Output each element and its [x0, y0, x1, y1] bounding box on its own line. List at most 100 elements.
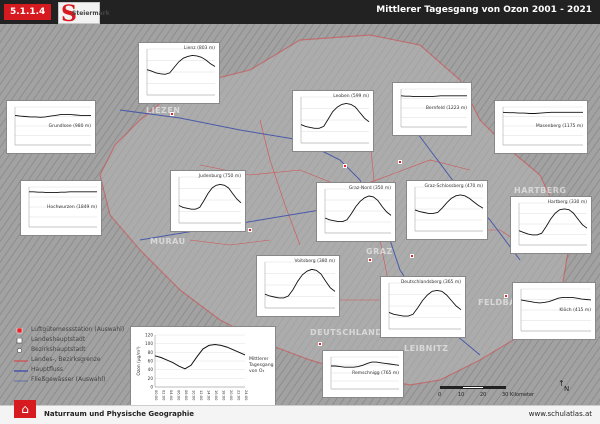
station-chart: Hartberg (330 m): [510, 196, 592, 254]
station-chart: Judenburg (750 m): [170, 170, 246, 232]
north-label: N: [564, 385, 570, 393]
station-marker: [410, 254, 414, 258]
ozone-curve: [388, 289, 462, 317]
legend-chart-xtick: 22:00: [237, 390, 241, 401]
ozone-curve: [502, 111, 583, 114]
legend-label: Hauptfluss: [31, 366, 63, 373]
scale-label: 10: [458, 392, 465, 398]
station-label: Graz-Schlossberg (470 m): [424, 184, 483, 189]
ozone-curve: [414, 194, 484, 214]
station-chart-svg: [146, 48, 216, 96]
logo-text: Steiermark: [72, 10, 110, 17]
station-label: Graz-Nord (350 m): [348, 186, 391, 191]
station-marker: [398, 160, 402, 164]
station-chart-svg: [264, 261, 336, 309]
scale-label: 30 Kilometer: [502, 392, 535, 398]
station-chart-svg: [414, 186, 484, 232]
station-label: Judenburg (750 m): [198, 174, 241, 179]
ozone-curve: [400, 95, 467, 98]
scale-bar: 0 10 20 30 Kilometer: [438, 386, 540, 404]
scale-label: 0: [438, 392, 442, 398]
station-chart: Lienz (803 m): [138, 42, 220, 104]
footer-bar: ⌂ Naturraum und Physische Geographie www…: [0, 400, 600, 424]
station-marker: [170, 112, 174, 116]
region-label: GRAZ: [366, 247, 393, 256]
station-label: Voitsberg (380 m): [294, 259, 335, 264]
ozone-curve: [520, 296, 592, 304]
station-label: Hochwurzen (1849 m): [46, 205, 97, 210]
footer-url: www.schulatlas.at: [528, 410, 592, 418]
station-label: Masenberg (1175 m): [535, 124, 583, 130]
legend-row-river: Hauptfluss: [14, 365, 174, 375]
legend-chart-xtick: 24:00: [244, 390, 248, 401]
station-marker: [504, 294, 508, 298]
legend-row-capital: Landeshauptstadt: [14, 335, 174, 345]
station-chart-svg: [388, 282, 462, 330]
station-chart: Deutschlandsberg (365 m): [380, 276, 466, 338]
ozone-curve: [146, 54, 216, 75]
legend-label: Landeshauptstadt: [31, 336, 86, 343]
region-label: MURAU: [150, 237, 186, 246]
region-label: HARTBERG: [514, 186, 567, 195]
legend-row-district: Bezirkshauptstadt: [14, 345, 174, 355]
station-marker: [343, 164, 347, 168]
station-marker: [368, 258, 372, 262]
station-chart-svg: [324, 188, 392, 234]
station-marker: [318, 342, 322, 346]
ozone-curve: [331, 361, 400, 368]
station-chart-svg: [178, 176, 242, 224]
station-label: Klöch (415 m): [559, 307, 591, 313]
header-bar: 5.1.1.4 S Steiermark Mittlerer Tagesgang…: [0, 0, 600, 27]
legend-chart-xtick: 20:00: [229, 390, 233, 401]
station-label: Remschnigg (765 m): [352, 371, 399, 377]
legend-chart-xtick: 12:00: [199, 390, 203, 401]
legend-label: Landes-, Bezirksgrenze: [31, 356, 101, 363]
station-label: Leoben (599 m): [333, 94, 369, 99]
legend-chart-caption: Mittlerer Tagesgang von O₃: [249, 357, 274, 374]
station-chart: Leoben (599 m): [292, 90, 374, 152]
station-chart: Voitsberg (380 m): [256, 255, 340, 317]
station-chart-svg: [518, 202, 588, 246]
section-badge: 5.1.1.4: [4, 4, 52, 20]
ozone-curve: [178, 183, 242, 210]
legend-chart-xtick: 10:00: [192, 390, 196, 401]
legend-label: Fließgewässer (Auswahl): [31, 376, 106, 383]
legend-row-stream: Fließgewässer (Auswahl): [14, 375, 174, 385]
station-label: Grundlsee (980 m): [48, 124, 91, 130]
region-label: LEIBNITZ: [404, 344, 449, 353]
legend-chart-xtick: 06:00: [177, 390, 181, 401]
region-label: LIEZEN: [146, 106, 181, 115]
steiermark-logo: S Steiermark: [58, 1, 110, 27]
station-marker: [248, 228, 252, 232]
station-chart: Remschnigg (765 m): [322, 350, 404, 398]
ozone-curve: [300, 102, 370, 129]
legend-row-border: Landes-, Bezirksgrenze: [14, 355, 174, 365]
legend-chart-xtick: 16:00: [214, 390, 218, 401]
station-label: Hartberg (330 m): [547, 200, 587, 205]
station-chart-svg: [300, 96, 370, 144]
map-title: Mittlerer Tagesgang von Ozon 2001 - 2021: [376, 5, 592, 15]
university-logo-icon: ⌂: [14, 400, 36, 418]
station-chart: Graz-Schlossberg (470 m): [406, 180, 488, 240]
ozone-curve: [14, 114, 91, 118]
station-chart: Hochwurzen (1849 m): [20, 180, 102, 236]
legend-label: Bezirkshauptstadt: [31, 346, 86, 353]
legend-row-station: Luftgütemessstation (Auswahl): [14, 325, 174, 335]
station-chart: Masenberg (1175 m): [494, 100, 588, 154]
ozone-curve: [29, 191, 97, 194]
station-chart: Graz-Nord (350 m): [316, 182, 396, 242]
legend-chart-xtick: 08:00: [184, 390, 188, 401]
legend-chart-xtick: 14:00: [207, 390, 211, 401]
legend: Luftgütemessstation (Auswahl) Landeshaup…: [14, 325, 174, 415]
ozone-curve: [518, 208, 588, 236]
footer-left-text: Naturraum und Physische Geographie: [44, 410, 195, 418]
station-chart: Klöch (415 m): [512, 282, 596, 340]
legend-chart-xtick: 18:00: [222, 390, 226, 401]
station-label: Lienz (803 m): [183, 46, 215, 51]
legend-label: Luftgütemessstation (Auswahl): [31, 326, 125, 333]
station-chart: Bernfeld (1223 m): [392, 82, 472, 136]
station-label: Bernfeld (1223 m): [425, 106, 467, 112]
station-chart: Grundlsee (980 m): [6, 100, 96, 154]
scale-label: 20: [480, 392, 487, 398]
station-label: Deutschlandsberg (365 m): [400, 280, 461, 285]
